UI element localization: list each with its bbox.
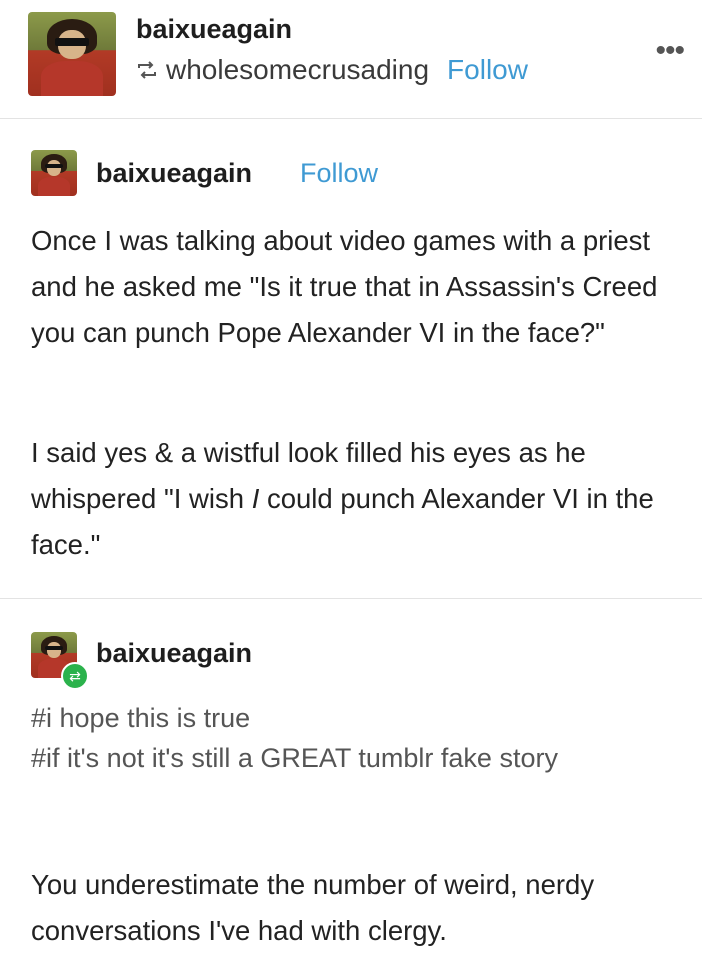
avatar[interactable] xyxy=(28,12,116,96)
header-username[interactable]: baixueagain xyxy=(136,14,292,45)
reblog-source-username[interactable]: wholesomecrusading xyxy=(166,54,429,86)
tag[interactable]: #if it's not it's still a GREAT tumblr f… xyxy=(31,738,681,778)
post-username[interactable]: baixueagain xyxy=(96,158,252,189)
divider xyxy=(0,598,702,599)
divider xyxy=(0,118,702,119)
post-body-paragraph: You underestimate the number of weird, n… xyxy=(31,869,595,946)
follow-button[interactable]: Follow xyxy=(447,54,528,86)
reblog-badge-icon: ⇄ xyxy=(61,662,89,690)
post-username[interactable]: baixueagain xyxy=(96,638,252,669)
post-body-paragraph: Once I was talking about video games wit… xyxy=(31,225,658,348)
post-body-paragraph: I said yes & a wistful look filled his e… xyxy=(31,430,681,568)
reblog-icon xyxy=(138,61,156,79)
avatar[interactable] xyxy=(31,150,77,196)
tumblr-post-screen: baixueagain wholesomecrusading Follow ••… xyxy=(0,0,702,960)
tag-list: #i hope this is true #if it's not it's s… xyxy=(31,698,681,778)
tag[interactable]: #i hope this is true xyxy=(31,698,681,738)
follow-button[interactable]: Follow xyxy=(300,158,378,189)
ellipsis-icon[interactable]: ••• xyxy=(655,34,684,68)
reblog-source: wholesomecrusading Follow xyxy=(136,54,528,86)
